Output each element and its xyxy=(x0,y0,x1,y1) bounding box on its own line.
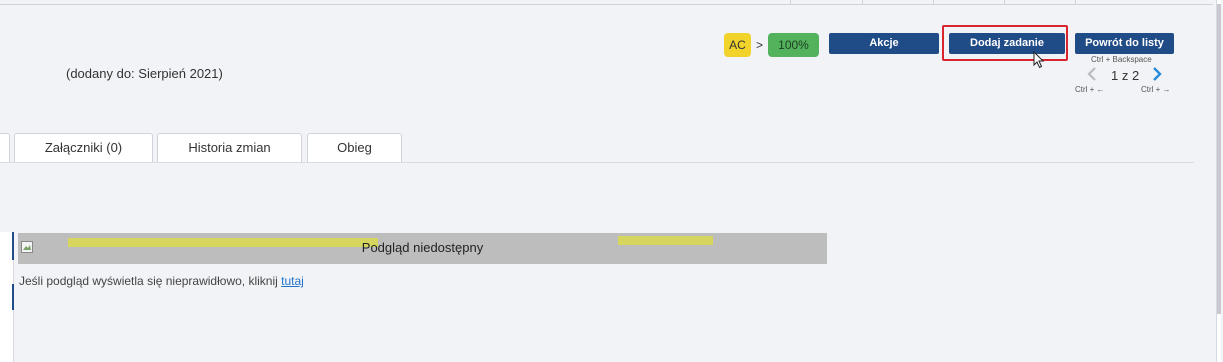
preview-note-text: Jeśli podgląd wyświetla się nieprawidłow… xyxy=(19,274,278,288)
top-bar-separator xyxy=(862,0,863,4)
add-task-highlight xyxy=(942,25,1068,61)
top-bar-separator xyxy=(1075,0,1076,4)
preview-unavailable-text: Podgląd niedostępny xyxy=(361,240,484,255)
mouse-pointer-icon xyxy=(1033,51,1045,69)
panel-accent xyxy=(12,232,14,260)
chevron-left-icon[interactable] xyxy=(1085,66,1099,82)
panel-accent xyxy=(12,284,14,310)
back-to-list-button[interactable]: Powrót do listy xyxy=(1075,33,1174,54)
left-side-panel xyxy=(0,232,14,362)
scrollbar-thumb[interactable] xyxy=(1217,4,1221,314)
pager-text: 1 z 2 xyxy=(1111,68,1140,83)
tab-hidden-left[interactable] xyxy=(0,133,10,162)
document-preview: Podgląd niedostępny xyxy=(18,233,827,264)
tabs-divider xyxy=(0,162,1194,163)
preview-reload-link[interactable]: tutaj xyxy=(281,274,304,288)
prev-shortcut-hint: Ctrl + ← xyxy=(1075,85,1105,94)
actions-button[interactable]: Akcje xyxy=(829,33,939,54)
top-bar-separator xyxy=(1004,0,1005,4)
tab-workflow[interactable]: Obieg xyxy=(307,133,402,162)
tab-history[interactable]: Historia zmian xyxy=(157,133,302,162)
chevron-right-icon[interactable] xyxy=(1150,66,1164,82)
back-shortcut-hint: Ctrl + Backspace xyxy=(1091,55,1152,64)
status-badge-progress: 100% xyxy=(768,33,819,57)
next-shortcut-hint: Ctrl + → xyxy=(1141,85,1171,94)
tab-attachments[interactable]: Załączniki (0) xyxy=(14,133,153,162)
top-bar-separator xyxy=(790,0,791,4)
preview-note: Jeśli podgląd wyświetla się nieprawidłow… xyxy=(19,274,304,288)
status-badge-from: AC xyxy=(724,33,751,57)
status-arrow: > xyxy=(756,38,764,52)
top-bar-separator xyxy=(933,0,934,4)
vertical-scrollbar[interactable] xyxy=(1216,0,1221,362)
top-bar xyxy=(0,0,1213,5)
added-date-text: (dodany do: Sierpień 2021) xyxy=(66,66,223,81)
